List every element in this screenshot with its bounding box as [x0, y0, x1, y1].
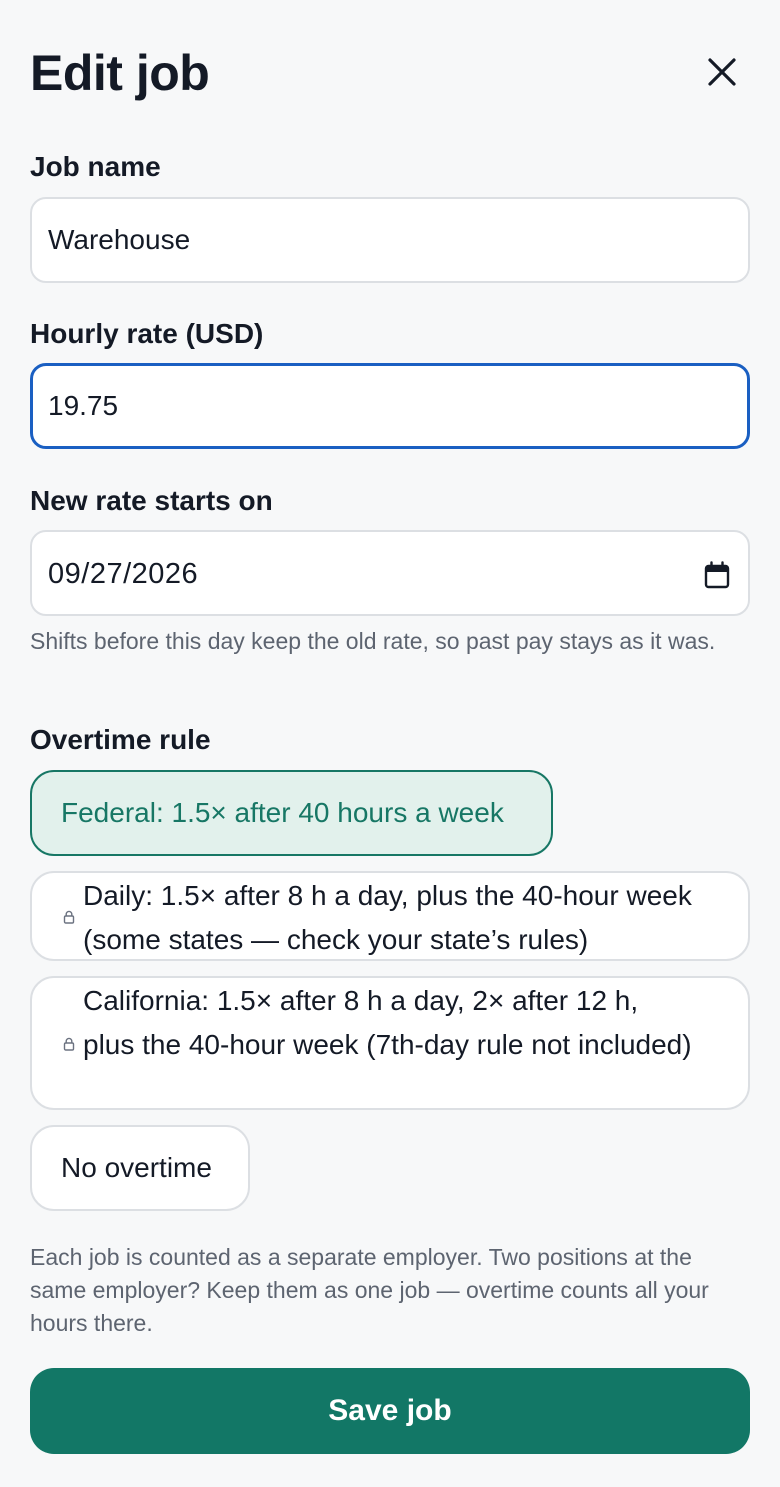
start-date-label: New rate starts on — [30, 485, 273, 516]
hourly-rate-label: Hourly rate (USD) — [30, 318, 264, 349]
start-date-value: 09/27/2026 — [48, 558, 199, 590]
overtime-option-label: Daily: 1.5× after 8 h a day, plus the 40… — [83, 880, 692, 955]
close-icon — [708, 58, 736, 86]
overtime-option-label: No overtime — [61, 1152, 212, 1183]
calendar-icon[interactable] — [704, 561, 730, 589]
overtime-option-label: California: 1.5× after 8 h a day, 2× aft… — [83, 985, 692, 1060]
hourly-rate-input[interactable] — [30, 363, 750, 449]
close-button[interactable] — [696, 46, 748, 98]
overtime-option-daily[interactable]: Daily: 1.5× after 8 h a day, plus the 40… — [30, 871, 750, 961]
job-name-label: Job name — [30, 151, 161, 182]
edit-job-dialog: Edit job Job name Hourly rate (USD) New … — [0, 0, 780, 1487]
job-name-input[interactable] — [30, 197, 750, 283]
page-title: Edit job — [30, 45, 210, 101]
lock-icon — [63, 910, 75, 924]
overtime-option-label: Federal: 1.5× after 40 hours a week — [61, 797, 504, 828]
start-date-help: Shifts before this day keep the old rate… — [30, 628, 716, 654]
start-date-input[interactable]: 09/27/2026 — [30, 530, 750, 616]
overtime-note: Each job is counted as a separate employ… — [30, 1244, 709, 1336]
lock-icon — [63, 1037, 75, 1051]
overtime-rule-label: Overtime rule — [30, 724, 211, 755]
overtime-option-none[interactable]: No overtime — [30, 1125, 250, 1211]
overtime-option-california[interactable]: California: 1.5× after 8 h a day, 2× aft… — [30, 976, 750, 1110]
save-job-button[interactable]: Save job — [30, 1368, 750, 1454]
overtime-option-federal[interactable]: Federal: 1.5× after 40 hours a week — [30, 770, 553, 856]
